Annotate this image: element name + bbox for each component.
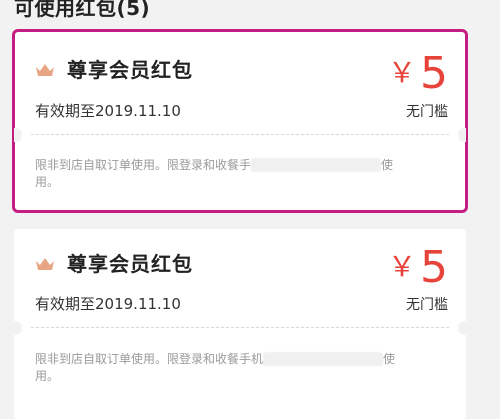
rule-text-start: 限非到店自取订单使用。限登录和收餐手机: [35, 352, 264, 366]
ticket-notch: [458, 128, 466, 142]
rule-text-start: 限非到店自取订单使用。限登录和收餐手: [35, 158, 252, 172]
coupon-rules: 限非到店自取订单使用。限登录和收餐手 使 用。: [35, 157, 431, 191]
crown-icon: [36, 258, 54, 270]
coupon-amount: 5: [420, 48, 448, 99]
coupon-title: 尊享会员红包: [67, 58, 193, 82]
dashed-divider: [31, 134, 449, 135]
ticket-notch: [14, 321, 22, 335]
coupon-validity: 有效期至2019.11.10: [35, 295, 181, 313]
currency-symbol: ￥: [387, 250, 416, 283]
ticket-notch: [14, 128, 22, 142]
rule-text-line2: 用。: [35, 369, 60, 383]
coupon-validity: 有效期至2019.11.10: [35, 102, 181, 120]
rule-text-end: 使: [381, 158, 394, 172]
dashed-divider: [31, 327, 449, 328]
crown-icon: [36, 64, 54, 76]
coupon-title: 尊享会员红包: [67, 252, 193, 276]
coupon-rules: 限非到店自取订单使用。限登录和收餐手机 使 用。: [35, 351, 431, 385]
redacted-phone: [251, 158, 382, 172]
section-title: 可使用红包(5): [14, 0, 151, 20]
coupon-threshold: 无门槛: [406, 104, 448, 120]
coupon-threshold: 无门槛: [406, 297, 448, 313]
coupon-price: ￥5: [388, 245, 448, 299]
coupon-card[interactable]: 尊享会员红包 有效期至2019.11.10 ￥5 无门槛 限非到店自取订单使用。…: [14, 229, 466, 419]
redacted-phone: [263, 352, 384, 366]
coupon-card[interactable]: 尊享会员红包 有效期至2019.11.10 ￥5 无门槛 限非到店自取订单使用。…: [12, 29, 468, 213]
ticket-notch: [458, 321, 466, 335]
rule-text-end: 使: [383, 352, 396, 366]
rule-text-line2: 用。: [35, 175, 60, 189]
coupon-price: ￥5: [388, 51, 448, 105]
coupon-amount: 5: [420, 242, 448, 293]
currency-symbol: ￥: [387, 56, 416, 89]
